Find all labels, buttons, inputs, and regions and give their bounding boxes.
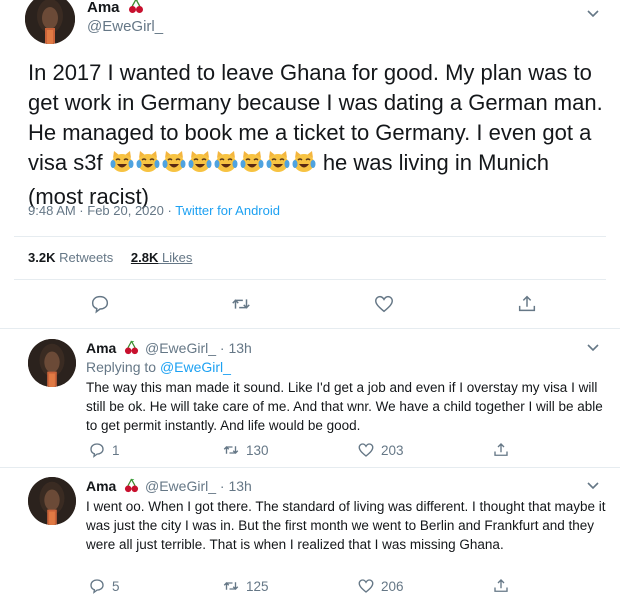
joy-cat-emoji <box>265 150 291 174</box>
like-action[interactable]: 206 <box>357 577 404 595</box>
reply-icon <box>90 579 104 594</box>
retweet-icon <box>223 582 239 590</box>
tweet-meta: 9:48 AM · Feb 20, 2020 · Twitter for And… <box>28 203 280 218</box>
like-icon <box>358 579 374 593</box>
avatar[interactable] <box>25 0 75 44</box>
tweet-timestamp[interactable]: · 13h <box>220 340 252 356</box>
author-name-text: Ama <box>86 340 117 356</box>
reply-icon[interactable] <box>89 293 111 315</box>
chevron-down-icon[interactable] <box>584 338 602 356</box>
like-action[interactable]: 203 <box>357 441 404 459</box>
replying-to-link[interactable]: @EweGirl_ <box>160 359 231 375</box>
avatar[interactable] <box>28 477 76 525</box>
share-icon <box>494 579 508 592</box>
share-icon[interactable] <box>516 293 538 315</box>
main-tweet: Ama @EweGirl_ In 2017 I wanted to leave … <box>0 0 620 329</box>
avatar[interactable] <box>28 339 76 387</box>
likes-stat[interactable]: 2.8K Likes <box>131 250 192 265</box>
chevron-down-icon[interactable] <box>584 4 602 22</box>
retweets-stat[interactable]: 3.2K Retweets <box>28 250 113 265</box>
joy-cat-emoji <box>213 150 239 174</box>
divider <box>14 236 606 237</box>
replying-prefix: Replying to <box>86 359 160 375</box>
share-icon <box>494 443 508 456</box>
author-handle[interactable]: @EweGirl_ <box>87 18 163 35</box>
cherry-emoji-icon <box>124 340 139 358</box>
tweet-text: The way this man made it sound. Like I'd… <box>86 380 603 433</box>
tweet-text: In 2017 I wanted to leave Ghana for good… <box>28 58 608 212</box>
likes-count: 2.8K <box>130 250 159 265</box>
share-action[interactable] <box>492 441 516 459</box>
like-icon <box>358 443 374 457</box>
reply-icon <box>90 443 104 458</box>
chevron-down-icon[interactable] <box>584 476 602 494</box>
author-name[interactable]: Ama <box>87 0 144 18</box>
author-name[interactable]: Ama <box>86 340 139 358</box>
joy-cat-emoji <box>291 150 317 174</box>
divider <box>14 279 606 280</box>
reply-tweet[interactable]: Ama @EweGirl_ · 13h Replying to @EweGirl… <box>0 330 620 467</box>
joy-cat-emoji <box>187 150 213 174</box>
reply-action[interactable]: 1 <box>88 441 120 459</box>
like-icon[interactable] <box>373 293 395 315</box>
retweet-icon[interactable] <box>230 293 252 315</box>
author-handle-text: @EweGirl_ <box>145 340 217 356</box>
reply-tweet[interactable]: Ama @EweGirl_ · 13h I went oo. When I go… <box>0 468 620 598</box>
retweets-count: 3.2K <box>28 250 56 265</box>
tweet-timestamp[interactable]: 9:48 AM · Feb 20, 2020 <box>28 203 164 218</box>
author-handle[interactable]: @EweGirl_ · 13h <box>145 340 252 356</box>
reply-count: 1 <box>112 442 120 458</box>
emoji-row <box>109 150 317 182</box>
author-name-text: Ama <box>87 0 120 16</box>
tweet-text: I went oo. When I got there. The standar… <box>86 499 606 552</box>
tweet-source-link[interactable]: Twitter for Android <box>175 203 280 218</box>
retweet-count: 130 <box>246 442 269 458</box>
author-handle-text: @EweGirl_ <box>145 478 217 494</box>
retweet-icon <box>223 446 239 454</box>
author-name[interactable]: Ama <box>86 478 139 496</box>
reply-count: 5 <box>112 578 120 594</box>
share-action[interactable] <box>492 577 516 595</box>
like-count: 203 <box>381 442 404 458</box>
author-handle[interactable]: @EweGirl_ · 13h <box>145 478 252 494</box>
replying-to: Replying to @EweGirl_ <box>86 359 231 375</box>
joy-cat-emoji <box>161 150 187 174</box>
reply-action[interactable]: 5 <box>88 577 120 595</box>
retweets-label: Retweets <box>59 250 114 265</box>
joy-cat-emoji <box>239 150 265 174</box>
retweet-action[interactable]: 130 <box>222 441 269 459</box>
author-name-text: Ama <box>86 478 117 494</box>
cherry-emoji-icon <box>124 478 139 496</box>
tweet-stats: 3.2K Retweets 2.8K Likes <box>28 250 192 265</box>
tweet-timestamp[interactable]: · 13h <box>220 478 252 494</box>
joy-cat-emoji <box>109 150 135 174</box>
likes-label: Likes <box>162 250 193 265</box>
meta-separator: · <box>163 203 176 218</box>
joy-cat-emoji <box>135 150 161 174</box>
retweet-action[interactable]: 125 <box>222 577 269 595</box>
retweet-count: 125 <box>246 578 269 594</box>
cherry-emoji-icon <box>128 0 144 18</box>
like-count: 206 <box>381 578 404 594</box>
